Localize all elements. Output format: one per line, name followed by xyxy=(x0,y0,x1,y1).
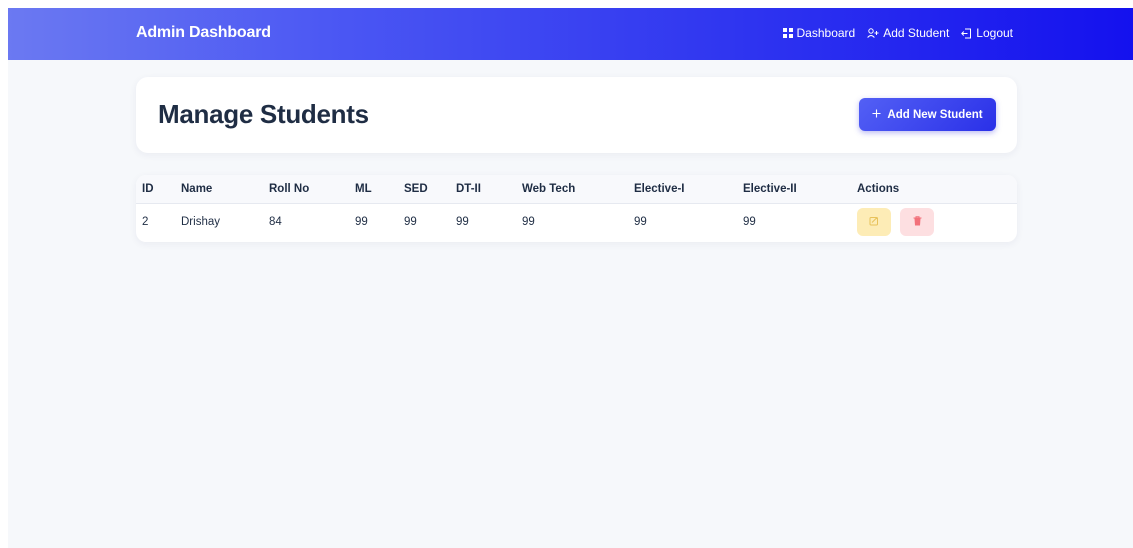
column-header-elective-i: Elective-I xyxy=(634,182,685,195)
column-header-actions: Actions xyxy=(857,182,900,195)
nav-links: Dashboard Add Student Logout xyxy=(782,26,1013,40)
table-row: 2 Drishay 84 99 99 99 99 99 99 xyxy=(136,203,1017,241)
trash-icon xyxy=(913,216,922,229)
row-actions xyxy=(857,208,1017,237)
edit-button[interactable] xyxy=(857,208,891,237)
nav-link-label: Add Student xyxy=(883,26,950,40)
nav-link-add-student[interactable]: Add Student xyxy=(867,26,949,40)
cell-id: 2 xyxy=(142,216,149,229)
column-header-web-tech: Web Tech xyxy=(522,182,576,195)
column-header-dt-ii: DT-II xyxy=(456,182,481,195)
column-header-id: ID xyxy=(142,182,154,195)
brand-title[interactable]: Admin Dashboard xyxy=(136,24,271,42)
column-header-ml: ML xyxy=(355,182,372,195)
column-header-sed: SED xyxy=(404,182,428,195)
cell-name: Drishay xyxy=(181,216,220,229)
grid-icon xyxy=(782,28,793,38)
edit-icon xyxy=(869,216,879,229)
delete-button[interactable] xyxy=(900,208,934,237)
nav-link-logout[interactable]: Logout xyxy=(961,26,1013,40)
add-new-student-button[interactable]: Add New Student xyxy=(859,98,996,131)
nav-link-dashboard[interactable]: Dashboard xyxy=(782,26,856,40)
nav-link-label: Logout xyxy=(976,26,1013,40)
cell-actions xyxy=(851,203,1017,241)
cell-roll-no: 84 xyxy=(269,216,282,229)
column-header-roll-no: Roll No xyxy=(269,182,310,195)
cell-sed: 99 xyxy=(404,216,417,229)
page-title: Manage Students xyxy=(158,99,369,129)
cell-elective-i: 99 xyxy=(634,216,647,229)
user-plus-icon xyxy=(867,28,879,38)
nav-link-label: Dashboard xyxy=(796,26,856,40)
add-new-student-label: Add New Student xyxy=(887,108,983,121)
table-header-row: ID Name Roll No ML SED DT-II Web Tech El… xyxy=(136,175,1017,203)
plus-icon xyxy=(872,109,881,121)
app-frame: Admin Dashboard Dashboard Add Student Lo… xyxy=(8,8,1133,548)
cell-ml: 99 xyxy=(355,216,368,229)
students-table: ID Name Roll No ML SED DT-II Web Tech El… xyxy=(136,175,1017,241)
column-header-elective-ii: Elective-II xyxy=(743,182,797,195)
cell-web-tech: 99 xyxy=(522,216,535,229)
students-table-card: ID Name Roll No ML SED DT-II Web Tech El… xyxy=(136,175,1017,242)
top-navbar: Admin Dashboard Dashboard Add Student Lo… xyxy=(8,8,1133,60)
logout-icon xyxy=(961,28,972,39)
cell-dt-ii: 99 xyxy=(456,216,469,229)
column-header-name: Name xyxy=(181,182,213,195)
page-header-card: Manage Students Add New Student xyxy=(136,77,1017,153)
cell-elective-ii: 99 xyxy=(743,216,756,229)
